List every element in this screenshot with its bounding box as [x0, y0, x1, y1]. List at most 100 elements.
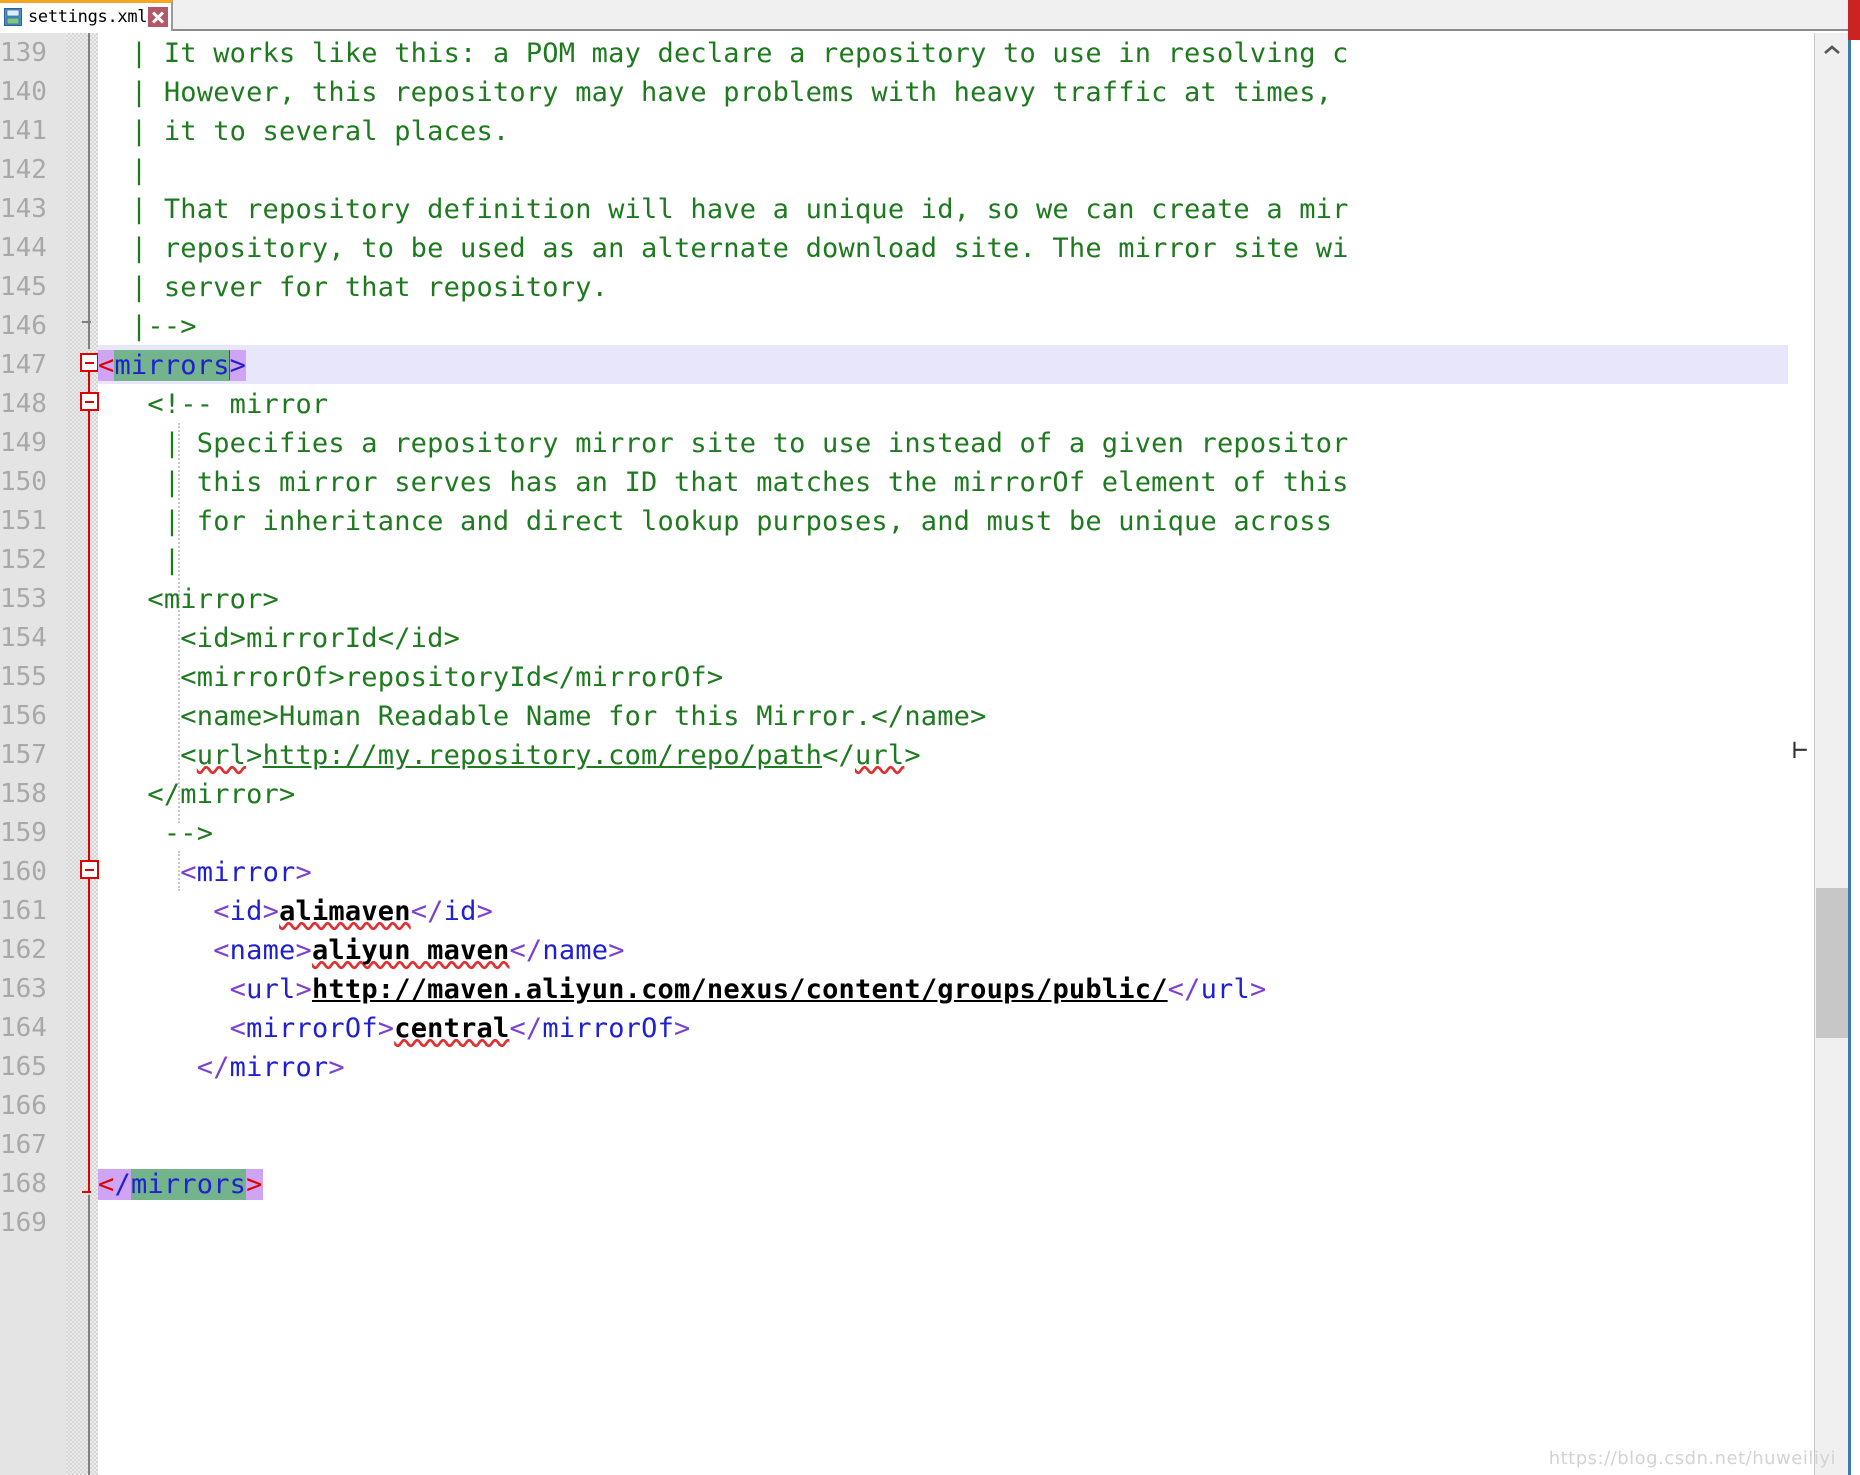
- line-number: 153: [0, 584, 47, 614]
- code-line-167[interactable]: 167: [0, 1126, 1860, 1165]
- code-line-169[interactable]: 169: [0, 1204, 1860, 1243]
- line-number: 150: [0, 467, 47, 497]
- tab-label: settings.xml: [28, 7, 148, 27]
- code-line-154[interactable]: 154 <id>mirrorId</id>: [0, 619, 1860, 658]
- line-content[interactable]: <url>http://maven.aliyun.com/nexus/conte…: [98, 970, 1267, 1009]
- vertical-scrollbar[interactable]: [1814, 33, 1848, 1475]
- code-line-163[interactable]: 163 <url>http://maven.aliyun.com/nexus/c…: [0, 970, 1860, 1009]
- line-content[interactable]: -->: [98, 814, 213, 853]
- code-line-156[interactable]: 156 <name>Human Readable Name for this M…: [0, 697, 1860, 736]
- code-line-153[interactable]: 153 <mirror>: [0, 580, 1860, 619]
- line-number: 157: [0, 740, 47, 770]
- line-number: 155: [0, 662, 47, 692]
- code-line-140[interactable]: 140 | However, this repository may have …: [0, 73, 1860, 112]
- tab-settings-xml[interactable]: settings.xml: [0, 0, 174, 31]
- error-marker-chip[interactable]: [1848, 0, 1860, 40]
- code-line-164[interactable]: 164 <mirrorOf>central</mirrorOf>: [0, 1009, 1860, 1048]
- line-number: 164: [0, 1013, 47, 1043]
- code-line-161[interactable]: 161 <id>alimaven</id>: [0, 892, 1860, 931]
- line-number: 167: [0, 1130, 47, 1160]
- code-line-166[interactable]: 166: [0, 1087, 1860, 1126]
- line-number: 143: [0, 194, 47, 224]
- code-line-165[interactable]: 165 </mirror>: [0, 1048, 1860, 1087]
- code-editor[interactable]: 139 | It works like this: a POM may decl…: [0, 33, 1860, 1475]
- line-number: 156: [0, 701, 47, 731]
- line-number: 142: [0, 155, 47, 185]
- code-line-149[interactable]: 149 | Specifies a repository mirror site…: [0, 424, 1860, 463]
- code-line-158[interactable]: 158 </mirror>: [0, 775, 1860, 814]
- line-content[interactable]: <name>Human Readable Name for this Mirro…: [98, 697, 987, 736]
- line-content[interactable]: <mirror>: [98, 853, 312, 892]
- line-number: 149: [0, 428, 47, 458]
- line-number: 148: [0, 389, 47, 419]
- line-content[interactable]: <id>alimaven</id>: [98, 892, 493, 931]
- code-line-160[interactable]: 160 <mirror>: [0, 853, 1860, 892]
- code-line-139[interactable]: 139 | It works like this: a POM may decl…: [0, 34, 1860, 73]
- line-number: 163: [0, 974, 47, 1004]
- line-content[interactable]: <id>mirrorId</id>: [98, 619, 460, 658]
- tab-bar: settings.xml: [0, 0, 1860, 31]
- line-content[interactable]: </mirrors>: [98, 1165, 263, 1204]
- line-number: 161: [0, 896, 47, 926]
- line-number: 162: [0, 935, 47, 965]
- line-content[interactable]: | That repository definition will have a…: [98, 190, 1349, 229]
- code-line-142[interactable]: 142 |: [0, 151, 1860, 190]
- line-content[interactable]: | this mirror serves has an ID that matc…: [98, 463, 1349, 502]
- code-line-141[interactable]: 141 | it to several places.: [0, 112, 1860, 151]
- line-number: 139: [0, 38, 47, 68]
- line-content[interactable]: <mirrors>: [98, 346, 247, 385]
- code-line-168[interactable]: 168 </mirrors>: [0, 1165, 1860, 1204]
- line-number: 159: [0, 818, 47, 848]
- save-disk-icon: [4, 8, 22, 26]
- code-line-145[interactable]: 145 | server for that repository.: [0, 268, 1860, 307]
- line-content[interactable]: <mirrorOf>repositoryId</mirrorOf>: [98, 658, 723, 697]
- code-line-148[interactable]: 148 <!-- mirror: [0, 385, 1860, 424]
- code-line-157[interactable]: 157 <url>http://my.repository.com/repo/p…: [0, 736, 1860, 775]
- code-line-162[interactable]: 162 <name>aliyun maven</name>: [0, 931, 1860, 970]
- line-number: 147: [0, 350, 47, 380]
- code-line-143[interactable]: 143 | That repository definition will ha…: [0, 190, 1860, 229]
- line-number: 154: [0, 623, 47, 653]
- line-content[interactable]: | for inheritance and direct lookup purp…: [98, 502, 1332, 541]
- line-number: 152: [0, 545, 47, 575]
- chevron-up-icon[interactable]: [1815, 33, 1849, 67]
- line-content[interactable]: <name>aliyun maven</name>: [98, 931, 625, 970]
- line-number: 169: [0, 1208, 47, 1238]
- code-line-152[interactable]: 152 |: [0, 541, 1860, 580]
- editor-window: settings.xml 139 | It works like this: a…: [0, 0, 1860, 1475]
- line-content[interactable]: | it to several places.: [98, 112, 509, 151]
- line-content[interactable]: <mirror>: [98, 580, 279, 619]
- code-line-146[interactable]: 146 |-->: [0, 307, 1860, 346]
- scrollbar-thumb[interactable]: [1816, 888, 1848, 1038]
- line-content[interactable]: | Specifies a repository mirror site to …: [98, 424, 1349, 463]
- watermark: https://blog.csdn.net/huweiliyi: [1548, 1448, 1836, 1469]
- line-content[interactable]: | server for that repository.: [98, 268, 608, 307]
- right-edge-strip: [1848, 0, 1860, 1475]
- line-content[interactable]: | It works like this: a POM may declare …: [98, 34, 1349, 73]
- code-line-159[interactable]: 159 -->: [0, 814, 1860, 853]
- line-content[interactable]: <!-- mirror: [98, 385, 328, 424]
- line-content[interactable]: |: [98, 541, 180, 580]
- line-content[interactable]: </mirror>: [98, 1048, 345, 1087]
- line-content[interactable]: |-->: [98, 307, 197, 346]
- line-number: 158: [0, 779, 47, 809]
- text-drag-handle-icon[interactable]: ⊢: [1792, 735, 1808, 765]
- code-line-150[interactable]: 150 | this mirror serves has an ID that …: [0, 463, 1860, 502]
- code-line-144[interactable]: 144 | repository, to be used as an alter…: [0, 229, 1860, 268]
- close-icon[interactable]: [148, 7, 169, 27]
- line-number: 140: [0, 77, 47, 107]
- line-content[interactable]: <url>http://my.repository.com/repo/path<…: [98, 736, 921, 775]
- line-content[interactable]: |: [98, 151, 147, 190]
- code-line-151[interactable]: 151 | for inheritance and direct lookup …: [0, 502, 1860, 541]
- line-content[interactable]: | However, this repository may have prob…: [98, 73, 1332, 112]
- line-content[interactable]: </mirror>: [98, 775, 295, 814]
- line-number: 141: [0, 116, 47, 146]
- line-content[interactable]: <mirrorOf>central</mirrorOf>: [98, 1009, 691, 1048]
- line-number: 146: [0, 311, 47, 341]
- line-number: 151: [0, 506, 47, 536]
- line-number: 160: [0, 857, 47, 887]
- line-content[interactable]: | repository, to be used as an alternate…: [98, 229, 1349, 268]
- line-number: 166: [0, 1091, 47, 1121]
- code-line-155[interactable]: 155 <mirrorOf>repositoryId</mirrorOf>: [0, 658, 1860, 697]
- code-line-147[interactable]: 147 <mirrors>: [0, 346, 1860, 385]
